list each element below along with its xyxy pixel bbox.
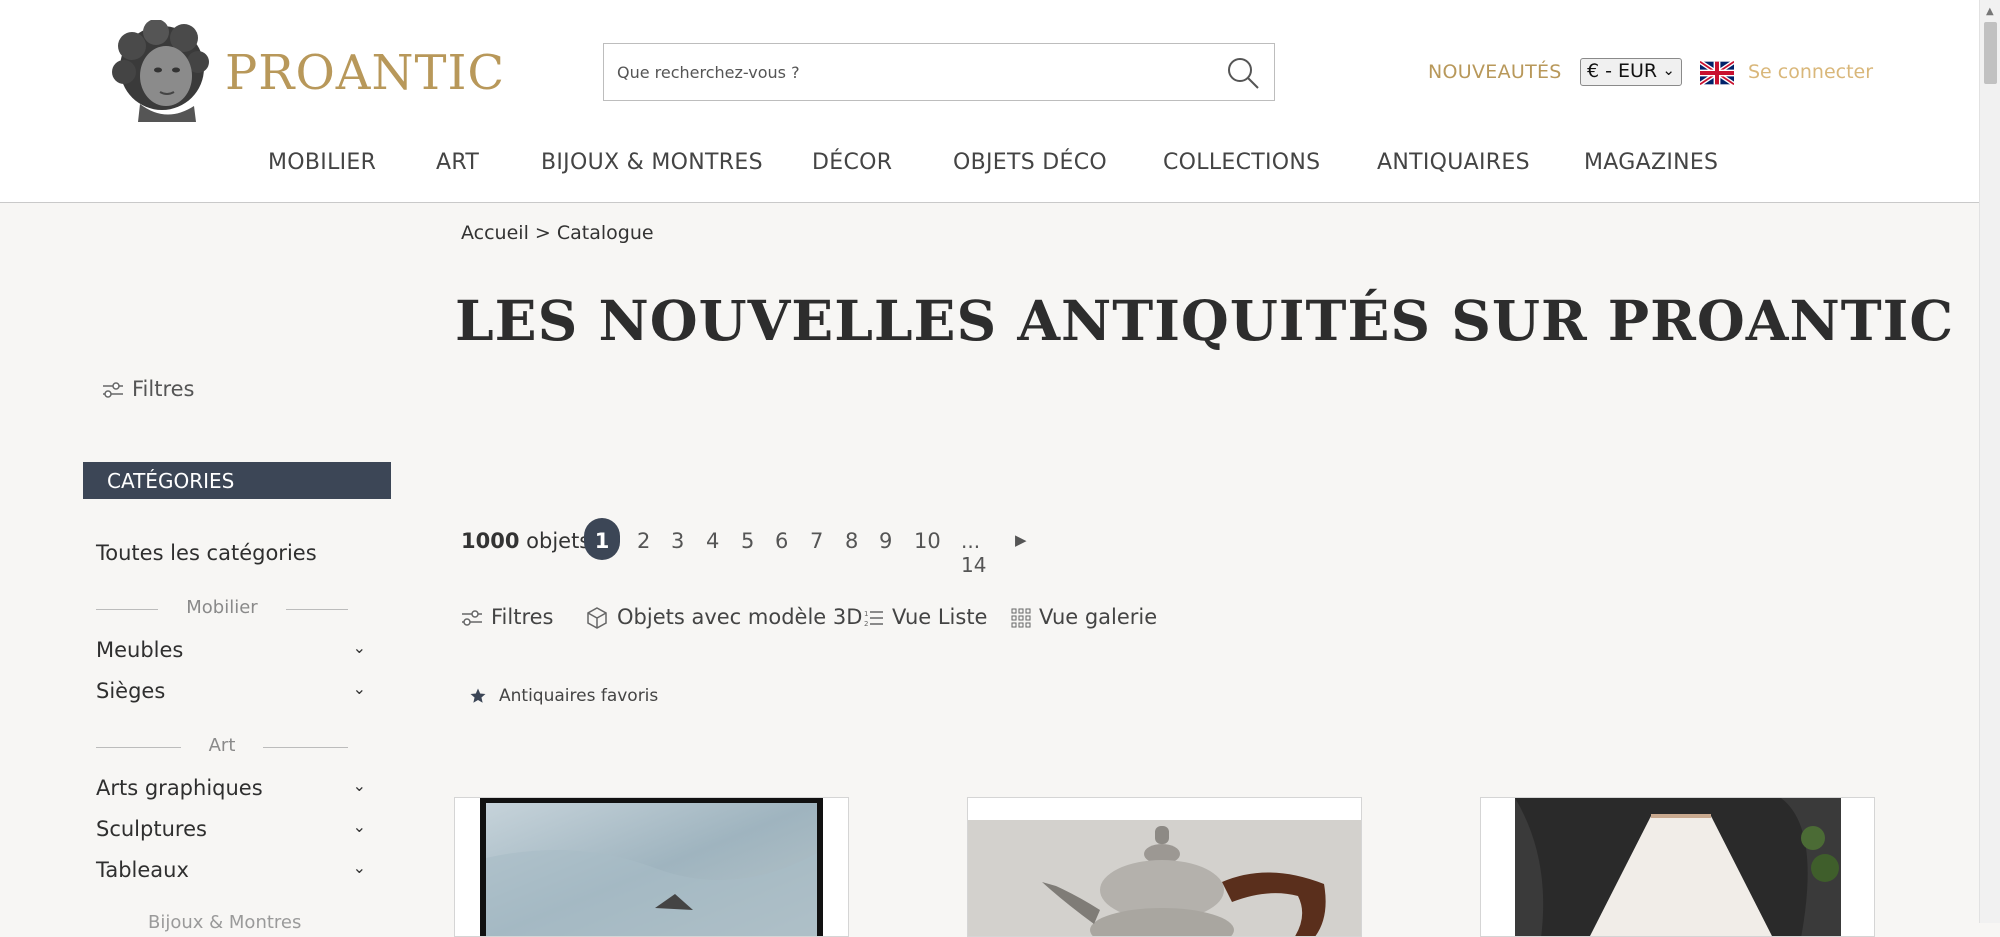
section-art-heading: Art xyxy=(96,735,348,759)
search-field[interactable]: Que recherchez-vous ? xyxy=(603,43,1275,101)
category-sieges[interactable]: Sièges ⌄ xyxy=(96,679,366,703)
svg-text:2: 2 xyxy=(864,620,868,628)
category-label: Tableaux xyxy=(96,858,189,882)
chevron-down-icon[interactable]: ⌄ xyxy=(353,679,366,698)
page-last[interactable]: ... 14 xyxy=(961,529,986,577)
favorite-dealers-filter[interactable]: Antiquaires favoris xyxy=(469,686,658,706)
filters-label: Filtres xyxy=(491,605,554,629)
results-count-suffix: objets xyxy=(526,529,591,553)
category-label: Sièges xyxy=(96,679,166,703)
page-8[interactable]: 8 xyxy=(845,529,858,553)
category-meubles[interactable]: Meubles ⌄ xyxy=(96,638,366,662)
page-4[interactable]: 4 xyxy=(706,529,719,553)
list-view-button[interactable]: 1 2 Vue Liste xyxy=(864,605,987,629)
results-count: 1000 objets xyxy=(461,529,590,553)
nav-decor[interactable]: DÉCOR xyxy=(812,150,892,175)
categories-header: CATÉGORIES xyxy=(83,462,391,499)
product-image[interactable] xyxy=(968,798,1362,937)
chevron-down-icon[interactable]: ⌄ xyxy=(353,817,366,836)
page-6[interactable]: 6 xyxy=(775,529,788,553)
page-1[interactable]: 1 xyxy=(584,518,620,560)
page-7[interactable]: 7 xyxy=(810,529,823,553)
category-label: Arts graphiques xyxy=(96,776,263,800)
all-categories-link[interactable]: Toutes les catégories xyxy=(96,541,317,565)
nav-art[interactable]: ART xyxy=(436,150,479,175)
sidebar-filters-label: Filtres xyxy=(132,377,195,401)
nav-magazines[interactable]: MAGAZINES xyxy=(1584,150,1718,175)
product-card[interactable] xyxy=(454,797,849,937)
currency-value: € - EUR xyxy=(1587,60,1658,82)
list-view-label: Vue Liste xyxy=(892,605,988,629)
breadcrumb: Accueil > Catalogue xyxy=(461,222,654,244)
list-view-icon: 1 2 xyxy=(864,610,883,628)
models3d-button[interactable]: Objets avec modèle 3D xyxy=(585,605,862,630)
search-icon[interactable] xyxy=(1226,56,1260,90)
page-3[interactable]: 3 xyxy=(671,529,684,553)
page-9[interactable]: 9 xyxy=(879,529,892,553)
brand-logo-text[interactable]: PROANTIC xyxy=(225,45,505,101)
filter-sliders-icon xyxy=(462,610,482,626)
sidebar-filters-button[interactable]: Filtres xyxy=(102,377,195,401)
next-page-icon[interactable]: ▶ xyxy=(1015,531,1027,549)
breadcrumb-separator: > xyxy=(534,222,551,244)
product-card[interactable] xyxy=(1480,797,1875,937)
page-2[interactable]: 2 xyxy=(637,529,650,553)
chevron-down-icon[interactable]: ⌄ xyxy=(353,776,366,795)
section-mobilier-heading: Mobilier xyxy=(96,597,348,621)
product-image[interactable] xyxy=(455,798,849,937)
nav-bijoux-montres[interactable]: BIJOUX & MONTRES xyxy=(541,150,763,175)
results-count-number: 1000 xyxy=(461,529,520,553)
category-label: Meubles xyxy=(96,638,184,662)
cube-3d-icon xyxy=(587,607,607,629)
category-tableaux[interactable]: Tableaux ⌄ xyxy=(96,858,366,882)
gallery-view-button[interactable]: Vue galerie xyxy=(1011,605,1157,629)
nouveautes-link[interactable]: NOUVEAUTÉS xyxy=(1428,61,1562,83)
page-5[interactable]: 5 xyxy=(741,529,754,553)
category-sculptures[interactable]: Sculptures ⌄ xyxy=(96,817,366,841)
category-arts-graphiques[interactable]: Arts graphiques ⌄ xyxy=(96,776,366,800)
uk-flag-icon[interactable] xyxy=(1700,61,1734,85)
login-link[interactable]: Se connecter xyxy=(1748,61,1873,83)
logo-bust-icon[interactable] xyxy=(110,20,210,122)
search-placeholder[interactable]: Que recherchez-vous ? xyxy=(617,63,800,82)
page-title: LES NOUVELLES ANTIQUITÉS SUR PROANTIC xyxy=(455,288,1955,353)
nav-collections[interactable]: COLLECTIONS xyxy=(1163,150,1320,175)
gallery-grid-icon xyxy=(1011,608,1031,628)
gallery-view-label: Vue galerie xyxy=(1039,605,1158,629)
filter-sliders-icon xyxy=(103,382,123,398)
scrollbar-thumb[interactable] xyxy=(1984,22,1997,84)
breadcrumb-home[interactable]: Accueil xyxy=(461,222,529,244)
currency-select[interactable]: € - EUR ⌄ xyxy=(1580,58,1682,86)
svg-text:1: 1 xyxy=(864,610,868,618)
product-card[interactable] xyxy=(967,797,1362,937)
site-header: PROANTIC Que recherchez-vous ? NOUVEAUTÉ… xyxy=(0,0,1979,203)
page-10[interactable]: 10 xyxy=(914,529,941,553)
scroll-up-icon[interactable]: ▲ xyxy=(1986,6,1994,17)
chevron-down-icon[interactable]: ⌄ xyxy=(353,858,366,877)
product-image[interactable] xyxy=(1481,798,1875,937)
star-icon xyxy=(470,688,486,703)
favorite-dealers-label: Antiquaires favoris xyxy=(499,686,659,706)
chevron-down-icon: ⌄ xyxy=(1662,61,1675,79)
chevron-down-icon[interactable]: ⌄ xyxy=(353,638,366,657)
filters-button[interactable]: Filtres xyxy=(461,605,554,629)
nav-antiquaires[interactable]: ANTIQUAIRES xyxy=(1377,150,1530,175)
nav-objets-deco[interactable]: OBJETS DÉCO xyxy=(953,150,1107,175)
breadcrumb-current: Catalogue xyxy=(556,222,654,244)
category-label: Sculptures xyxy=(96,817,207,841)
page-scrollbar[interactable]: ▲ xyxy=(1979,0,2000,923)
nav-mobilier[interactable]: MOBILIER xyxy=(268,150,376,175)
models3d-label: Objets avec modèle 3D xyxy=(617,605,863,629)
